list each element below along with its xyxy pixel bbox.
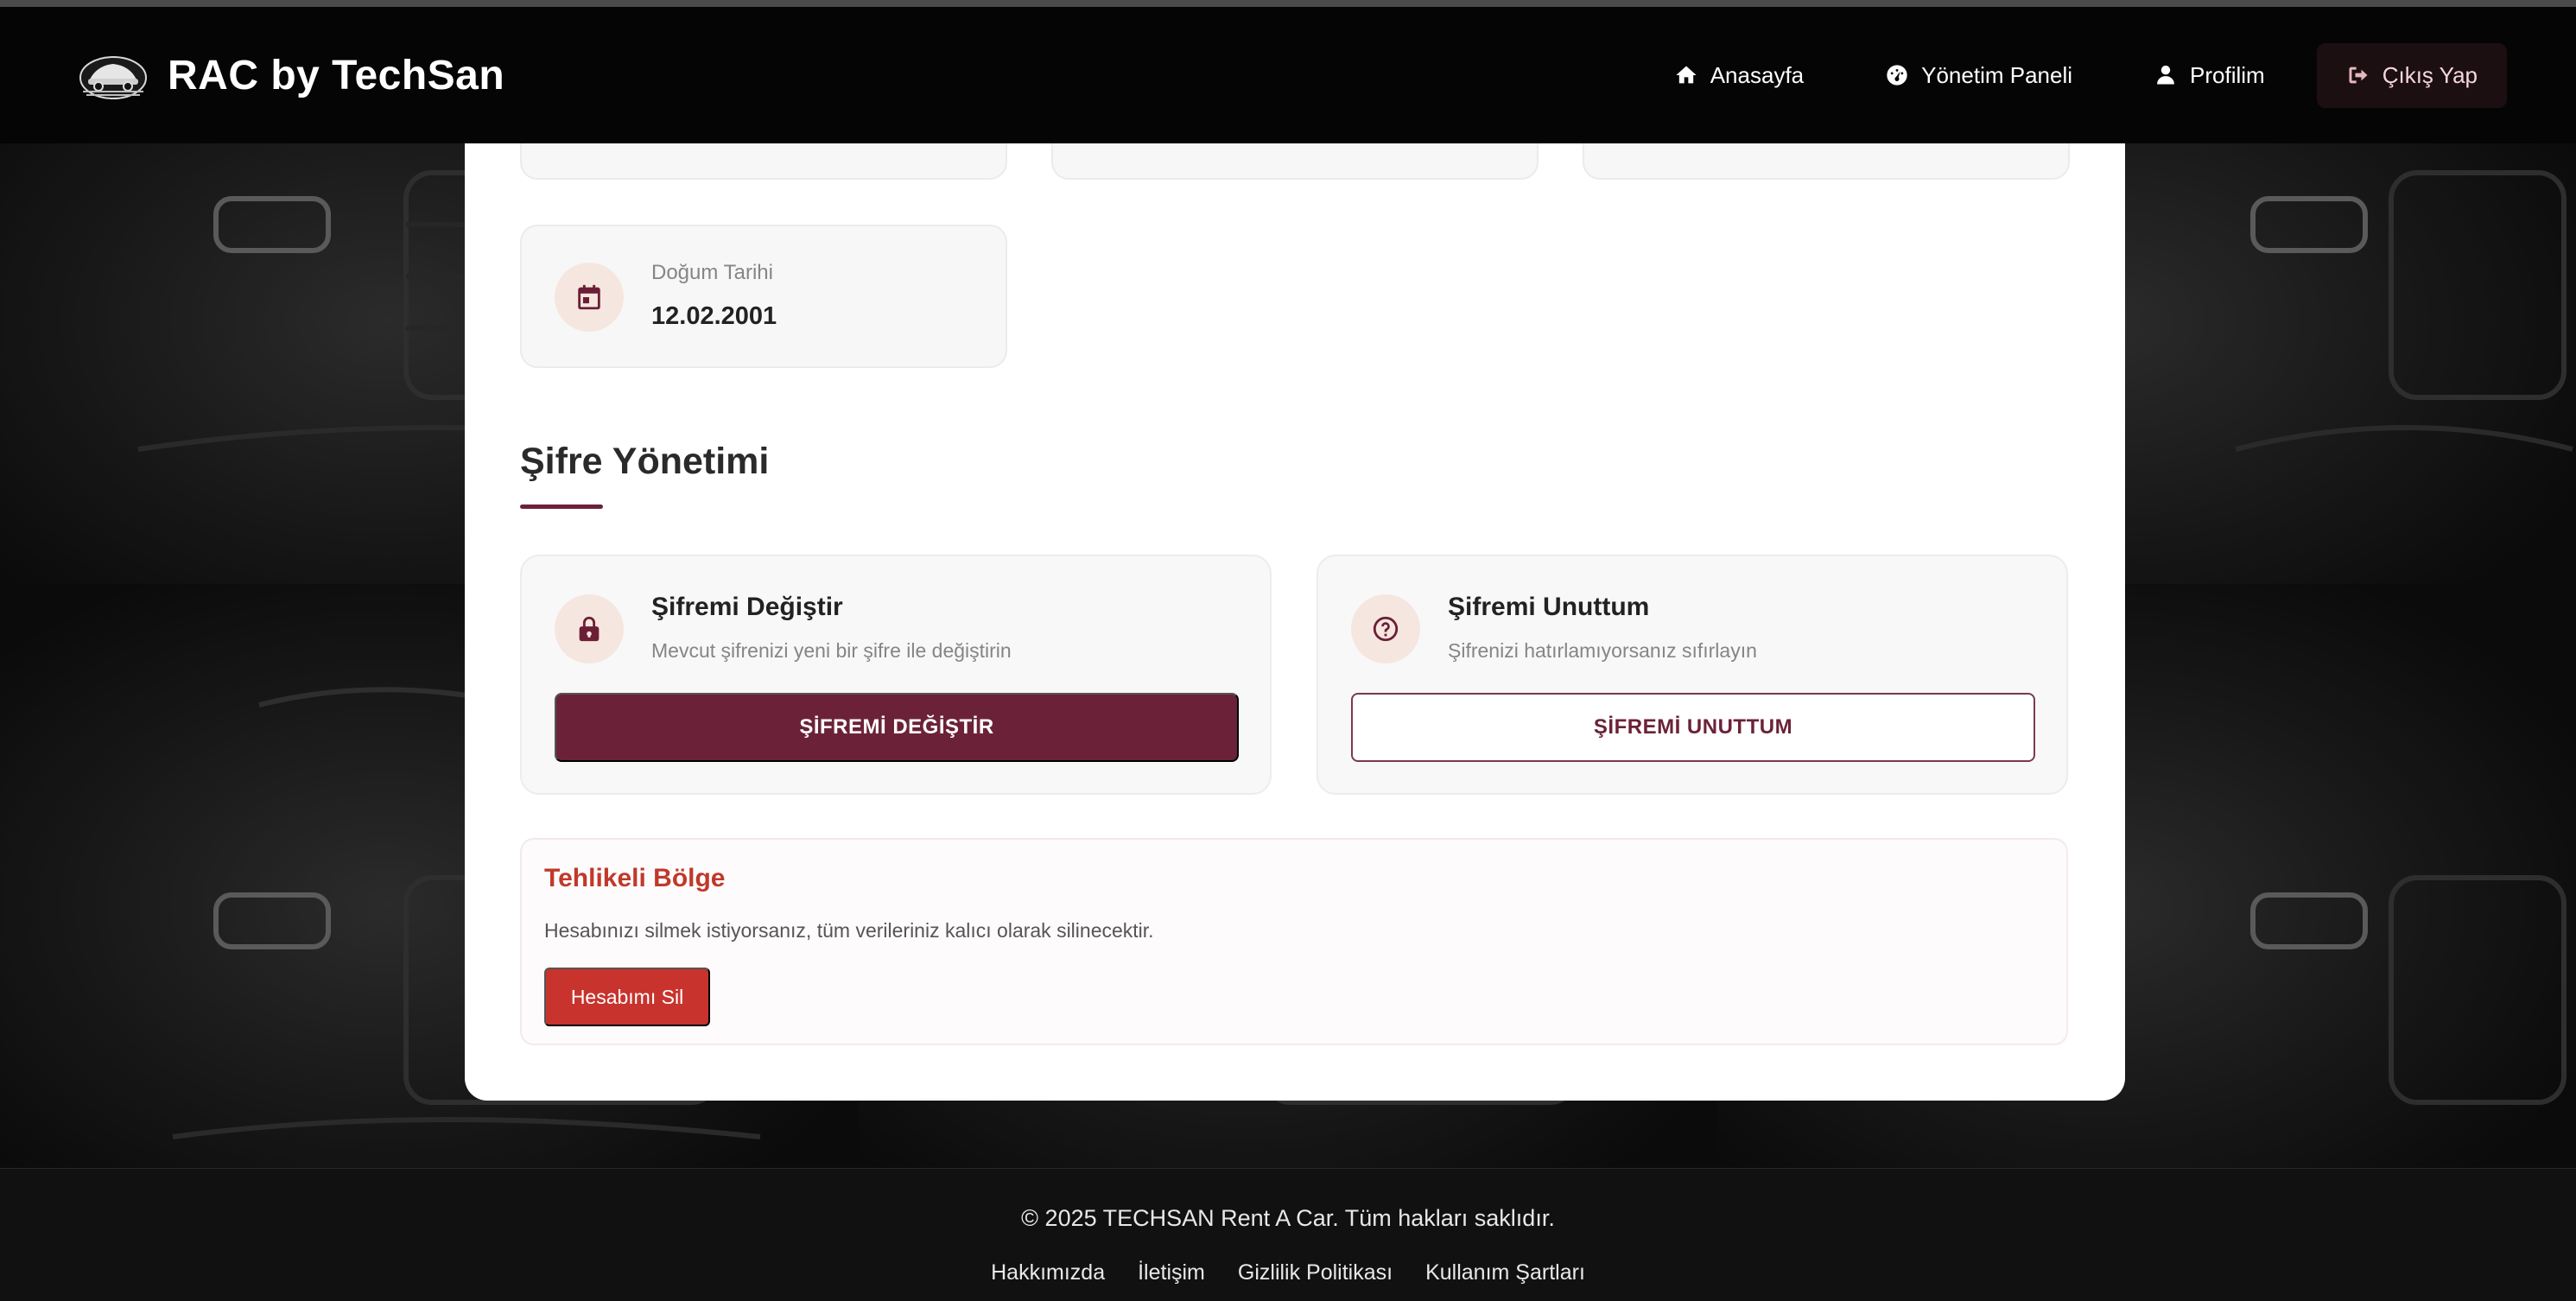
navbar: RAC by TechSan Anasayfa Yönetim Paneli P…: [0, 7, 2576, 143]
footer-copyright: © 2025 TECHSAN Rent A Car. Tüm hakları s…: [1021, 1205, 1555, 1231]
profile-card: Doğum Tarihi 12.02.2001 Şifre Yönetimi Ş…: [465, 117, 2125, 1101]
browser-top-edge: [0, 0, 2576, 7]
danger-zone: Tehlikeli Bölge Hesabınızı silmek istiyo…: [520, 838, 2068, 1045]
section-underline: [520, 505, 603, 509]
nav-item-label: Anasayfa: [1710, 61, 1805, 88]
footer-links: Hakkımızda İletişim Gizlilik Politikası …: [0, 1260, 2576, 1285]
calendar-icon-wrap: [555, 263, 624, 332]
lock-icon-wrap: [555, 594, 624, 663]
footer-link-privacy[interactable]: Gizlilik Politikası: [1238, 1260, 1393, 1285]
change-password-description: Mevcut şifrenizi yeni bir şifre ile deği…: [651, 639, 1012, 662]
footer-link-about[interactable]: Hakkımızda: [991, 1260, 1105, 1285]
birth-date-value: 12.02.2001: [651, 302, 777, 330]
logout-icon: [2349, 67, 2368, 84]
brand[interactable]: RAC by TechSan: [78, 48, 504, 102]
nav-item-profile[interactable]: Profilim: [2124, 43, 2294, 108]
delete-account-button[interactable]: Hesabımı Sil: [544, 968, 710, 1026]
logout-button[interactable]: Çıkış Yap: [2316, 42, 2507, 108]
question-circle-icon: [1373, 616, 1399, 642]
home-icon: [1676, 66, 1697, 84]
forgot-password-description: Şifrenizi hatırlamıyorsanız sıfırlayın: [1448, 639, 1757, 662]
birth-date-label: Doğum Tarihi: [651, 261, 773, 284]
logout-label: Çıkış Yap: [2382, 61, 2478, 88]
nav-item-label: Profilim: [2190, 61, 2265, 88]
danger-zone-title: Tehlikeli Bölge: [544, 864, 726, 892]
section-title-password: Şifre Yönetimi: [520, 441, 770, 482]
nav-item-label: Yönetim Paneli: [1921, 61, 2073, 88]
question-icon-wrap: [1351, 594, 1420, 663]
change-password-title: Şifremi Değiştir: [651, 593, 843, 621]
brand-name: RAC by TechSan: [168, 52, 505, 98]
nav-item-admin-panel[interactable]: Yönetim Paneli: [1856, 43, 2102, 108]
footer-link-contact[interactable]: İletişim: [1138, 1260, 1205, 1285]
forgot-password-title: Şifremi Unuttum: [1448, 593, 1650, 621]
change-password-button[interactable]: ŞİFREMİ DEĞİŞTİR: [555, 693, 1239, 762]
forgot-password-button[interactable]: ŞİFREMİ UNUTTUM: [1351, 693, 2035, 762]
main-nav: Anasayfa Yönetim Paneli Profilim Çıkış Y…: [1645, 42, 2507, 108]
dashboard-icon: [1887, 65, 1907, 86]
danger-zone-description: Hesabınızı silmek istiyorsanız, tüm veri…: [544, 919, 1154, 942]
calendar-icon: [578, 284, 600, 310]
user-icon: [2157, 65, 2174, 85]
footer: © 2025 TECHSAN Rent A Car. Tüm hakları s…: [0, 1168, 2576, 1301]
footer-link-terms[interactable]: Kullanım Şartları: [1425, 1260, 1585, 1285]
lock-icon: [579, 616, 600, 642]
birth-date-box: Doğum Tarihi 12.02.2001: [520, 225, 1007, 368]
change-password-card: Şifremi Değiştir Mevcut şifrenizi yeni b…: [520, 555, 1272, 795]
forgot-password-card: Şifremi Unuttum Şifrenizi hatırlamıyorsa…: [1317, 555, 2068, 795]
car-logo-icon: [79, 56, 147, 99]
nav-item-home[interactable]: Anasayfa: [1645, 43, 1833, 108]
